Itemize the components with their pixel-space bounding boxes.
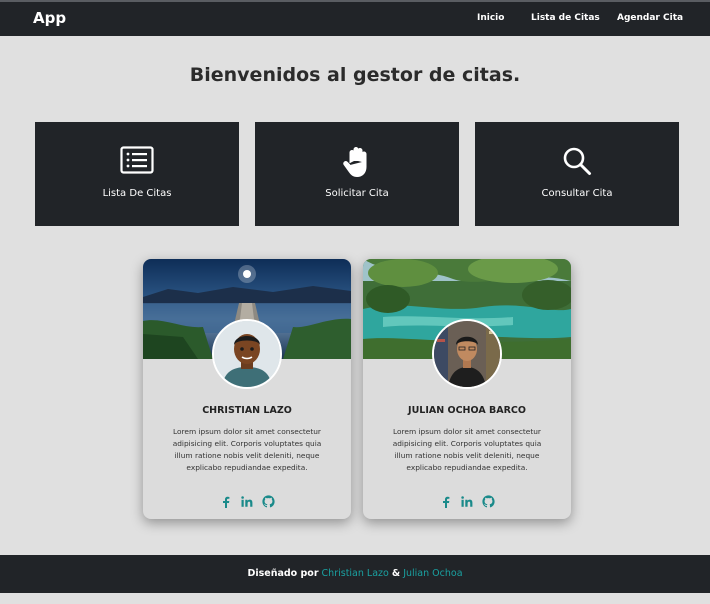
page-bottom-strip	[0, 593, 710, 604]
nav-link-lista-citas[interactable]: Lista de Citas	[531, 13, 600, 23]
avatar	[432, 319, 502, 389]
footer-author-julian-link[interactable]: Julian Ochoa	[403, 568, 462, 579]
linkedin-icon[interactable]	[461, 495, 474, 508]
facebook-icon[interactable]	[440, 495, 453, 508]
navbar: App Inicio Lista de Citas Agendar Cita	[0, 2, 710, 36]
tile-solicitar-cita[interactable]: Solicitar Cita	[255, 122, 459, 226]
profile-name: JULIAN OCHOA BARCO	[408, 405, 526, 416]
github-icon[interactable]	[481, 495, 495, 508]
nav-link-agendar-cita[interactable]: Agendar Cita	[617, 13, 683, 23]
facebook-icon[interactable]	[220, 495, 233, 508]
hand-icon	[255, 146, 459, 178]
page-title: Bienvenidos al gestor de citas.	[189, 64, 521, 86]
linkedin-icon[interactable]	[241, 495, 254, 508]
tile-consultar-cita[interactable]: Consultar Cita	[475, 122, 679, 226]
profile-description: Lorem ipsum dolor sit amet consectetur a…	[172, 427, 322, 472]
profile-card-christian: CHRISTIAN LAZO Lorem ipsum dolor sit ame…	[143, 259, 351, 519]
tile-label: Lista De Citas	[102, 188, 172, 199]
footer: Diseñado por Christian Lazo & Julian Och…	[0, 555, 710, 593]
tile-lista-citas[interactable]: Lista De Citas	[35, 122, 239, 226]
social-links	[363, 495, 571, 508]
github-icon[interactable]	[261, 495, 275, 508]
list-icon	[35, 146, 239, 178]
social-links	[143, 495, 351, 508]
brand-logo[interactable]: App	[33, 9, 66, 27]
profile-name: CHRISTIAN LAZO	[202, 405, 292, 416]
tile-label: Consultar Cita	[541, 188, 613, 199]
profile-card-julian: JULIAN OCHOA BARCO Lorem ipsum dolor sit…	[363, 259, 571, 519]
footer-credit-prefix: Diseñado por	[247, 568, 319, 579]
nav-link-inicio[interactable]: Inicio	[477, 13, 504, 23]
tile-label: Solicitar Cita	[325, 188, 389, 199]
footer-ampersand: &	[391, 568, 401, 579]
footer-author-christian-link[interactable]: Christian Lazo	[322, 568, 389, 579]
avatar	[212, 319, 282, 389]
profile-description: Lorem ipsum dolor sit amet consectetur a…	[392, 427, 542, 472]
search-icon	[475, 146, 679, 178]
